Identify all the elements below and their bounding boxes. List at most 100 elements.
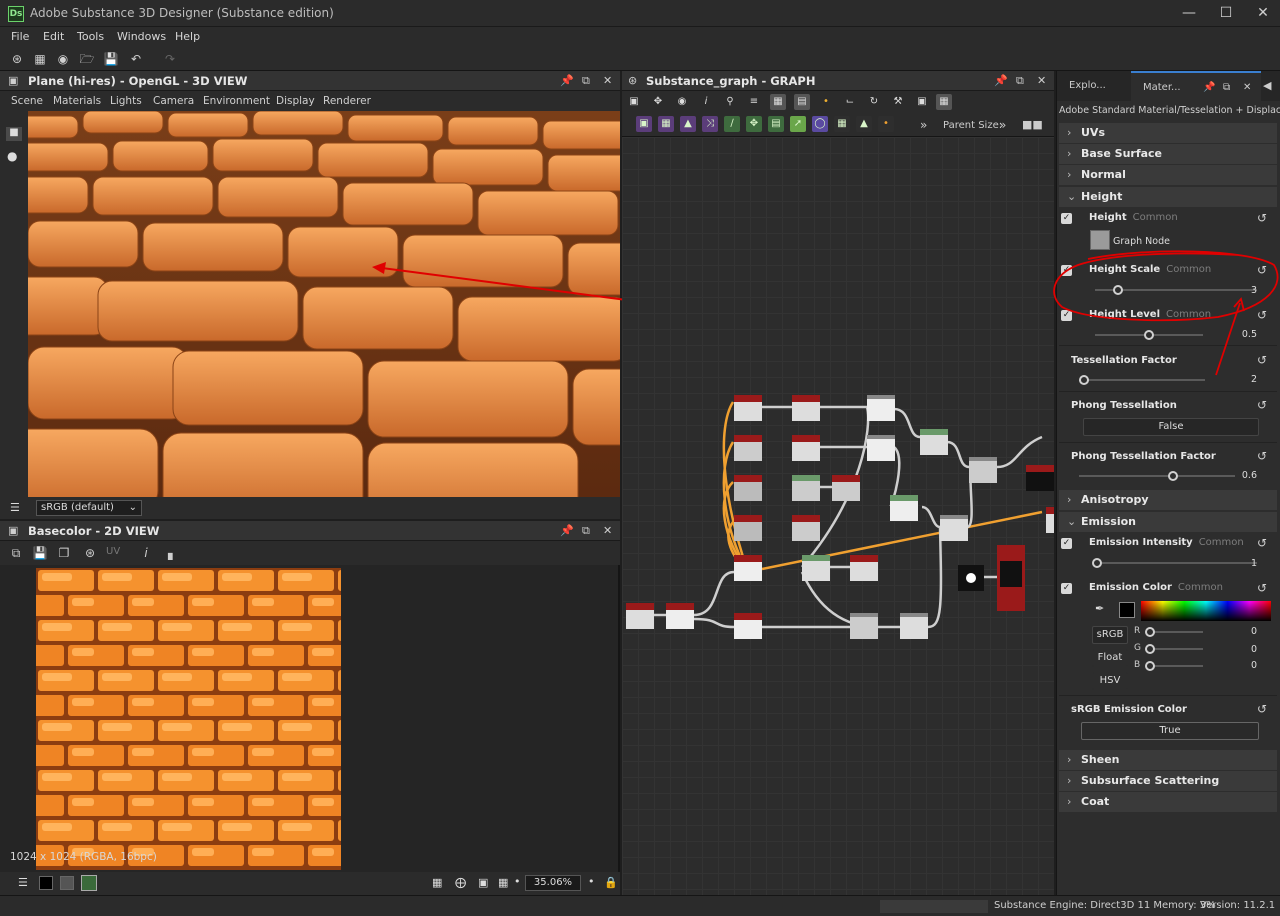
height-scale-checkbox[interactable]: ✓ [1061,265,1072,276]
save-all-icon[interactable]: 💾 [103,51,119,67]
tab-material[interactable]: Mater... 📌 ⧉ ✕ [1131,71,1261,101]
section-anisotropy[interactable]: › Anisotropy [1059,490,1277,510]
emission-color-checkbox[interactable]: ✓ [1061,583,1072,594]
fullscreen-icon[interactable]: ▣ [478,876,488,889]
reset-icon[interactable]: ↺ [1255,581,1269,595]
3d-menu-lights[interactable]: Lights [110,95,142,107]
info-icon[interactable]: i [138,545,154,561]
share-icon[interactable]: ⊛ [82,545,98,561]
tab-explorer[interactable]: Explo... [1057,71,1129,101]
2d-texture-canvas[interactable] [36,568,341,870]
save-icon[interactable]: 💾 [32,545,48,561]
output-node-icon[interactable]: ▲ [856,116,872,132]
histogram-icon[interactable]: ▗ [160,545,176,561]
section-uvs[interactable]: › UVs [1059,123,1277,143]
dot-connector-icon[interactable]: • [818,94,834,110]
pin-icon[interactable]: 📌 [560,524,574,537]
srgb-mode-button[interactable]: sRGB [1092,626,1128,644]
menu-windows[interactable]: Windows [117,30,166,43]
open-folder-icon[interactable]: 🗁 [79,51,95,67]
float-mode-button[interactable]: Float [1092,649,1128,667]
reset-icon[interactable]: ↺ [1255,536,1269,550]
slider-knob[interactable] [1145,661,1155,671]
slider-knob[interactable] [1145,627,1155,637]
height-level-checkbox[interactable]: ✓ [1061,310,1072,321]
b-channel-slider[interactable] [1145,661,1203,671]
float-icon[interactable]: ⧉ [582,524,590,538]
graph-node-thumbnail[interactable] [1090,230,1110,250]
web-icon[interactable]: ◉ [55,51,71,67]
zoom-field[interactable]: 35.06% [525,875,581,891]
close-panel-icon[interactable]: ✕ [603,524,612,537]
display-icon[interactable] [81,875,97,891]
reset-icon[interactable]: ↺ [1255,702,1269,716]
warp-node-icon[interactable]: ◯ [812,116,828,132]
grid-icon[interactable]: ▦ [432,876,442,889]
curve-node-icon[interactable]: ∕ [724,116,740,132]
emission-intensity-checkbox[interactable]: ✓ [1061,538,1072,549]
pin-icon[interactable]: 📌 [1203,73,1215,103]
reset-icon[interactable]: ↺ [1255,263,1269,277]
search-icon[interactable]: ⚲ [722,94,738,110]
uv-toggle[interactable]: UV [106,546,120,557]
height-checkbox[interactable]: ✓ [1061,213,1072,224]
slider-knob[interactable] [1167,471,1178,481]
3d-menu-display[interactable]: Display [276,95,315,107]
move-icon[interactable]: ✥ [650,94,666,110]
export-icon[interactable]: ⧉ [8,545,24,561]
transform-node-icon[interactable]: ✥ [746,116,762,132]
zoom-out-icon[interactable]: • [514,875,521,888]
slider-knob[interactable] [1112,285,1123,295]
section-subsurface-scattering[interactable]: › Subsurface Scattering [1059,771,1277,791]
float-icon[interactable]: ⧉ [1016,74,1024,88]
gradient-node-icon[interactable]: ➚ [790,116,806,132]
fit-icon[interactable]: ⨁ [455,876,466,889]
black-bg-icon[interactable] [39,876,53,890]
3d-menu-renderer[interactable]: Renderer [323,95,371,107]
preview-icon[interactable]: ▣ [914,94,930,110]
pin-icon[interactable]: 📌 [994,74,1008,87]
align-icon[interactable]: ≡ [746,94,762,110]
parent-size-more-icon[interactable]: » [999,118,1006,132]
reset-icon[interactable]: ↺ [1255,449,1269,463]
menu-help[interactable]: Help [175,30,200,43]
eyedropper-icon[interactable]: ✒ [1095,602,1104,615]
phong-factor-slider[interactable] [1079,471,1235,481]
color-spectrum-picker[interactable] [1141,601,1271,621]
refresh-icon[interactable]: ↻ [866,94,882,110]
uniform-node-icon[interactable]: ▦ [658,116,674,132]
new-package-icon[interactable]: ▦ [32,51,48,67]
r-channel-slider[interactable] [1145,627,1203,637]
frame-icon[interactable]: ▣ [626,94,642,110]
maximize-icon[interactable]: ☐ [1211,4,1241,22]
3d-viewport[interactable] [28,111,620,497]
node-link-icon[interactable]: ⌙ [842,94,858,110]
close-panel-icon[interactable]: ✕ [603,74,612,87]
screenshot-icon[interactable]: ◉ [674,94,690,110]
reset-icon[interactable]: ↺ [1255,308,1269,322]
normal-node-icon[interactable]: ▦ [834,116,850,132]
close-window-icon[interactable]: ✕ [1248,4,1278,22]
reset-icon[interactable]: ↺ [1255,211,1269,225]
srgb-emission-toggle[interactable]: True [1081,722,1259,740]
menu-tools[interactable]: Tools [77,30,104,43]
tools-icon[interactable]: ⚒ [890,94,906,110]
pin-icon[interactable]: 📌 [560,74,574,87]
display-options-icon[interactable]: ▤ [794,94,810,110]
reset-icon[interactable]: ↺ [1255,398,1269,412]
tessellation-factor-slider[interactable] [1079,375,1205,385]
bitmap-node-icon[interactable]: ▣ [636,116,652,132]
3d-menu-environment[interactable]: Environment [203,95,270,107]
g-channel-slider[interactable] [1145,644,1203,654]
float-icon[interactable]: ⧉ [582,74,590,88]
slider-knob[interactable] [1144,330,1154,340]
hsl-node-icon[interactable]: ▤ [768,116,784,132]
section-base-surface[interactable]: › Base Surface [1059,144,1277,164]
grid-snap-icon[interactable]: ▦ [936,94,952,110]
layers-icon[interactable]: ☰ [18,876,28,889]
layers-icon[interactable]: ☰ [10,501,20,514]
redo-icon[interactable]: ↷ [162,51,178,67]
close-tab-icon[interactable]: ✕ [1243,73,1251,103]
height-level-slider[interactable] [1095,330,1203,340]
color-swatch[interactable] [1119,602,1135,618]
